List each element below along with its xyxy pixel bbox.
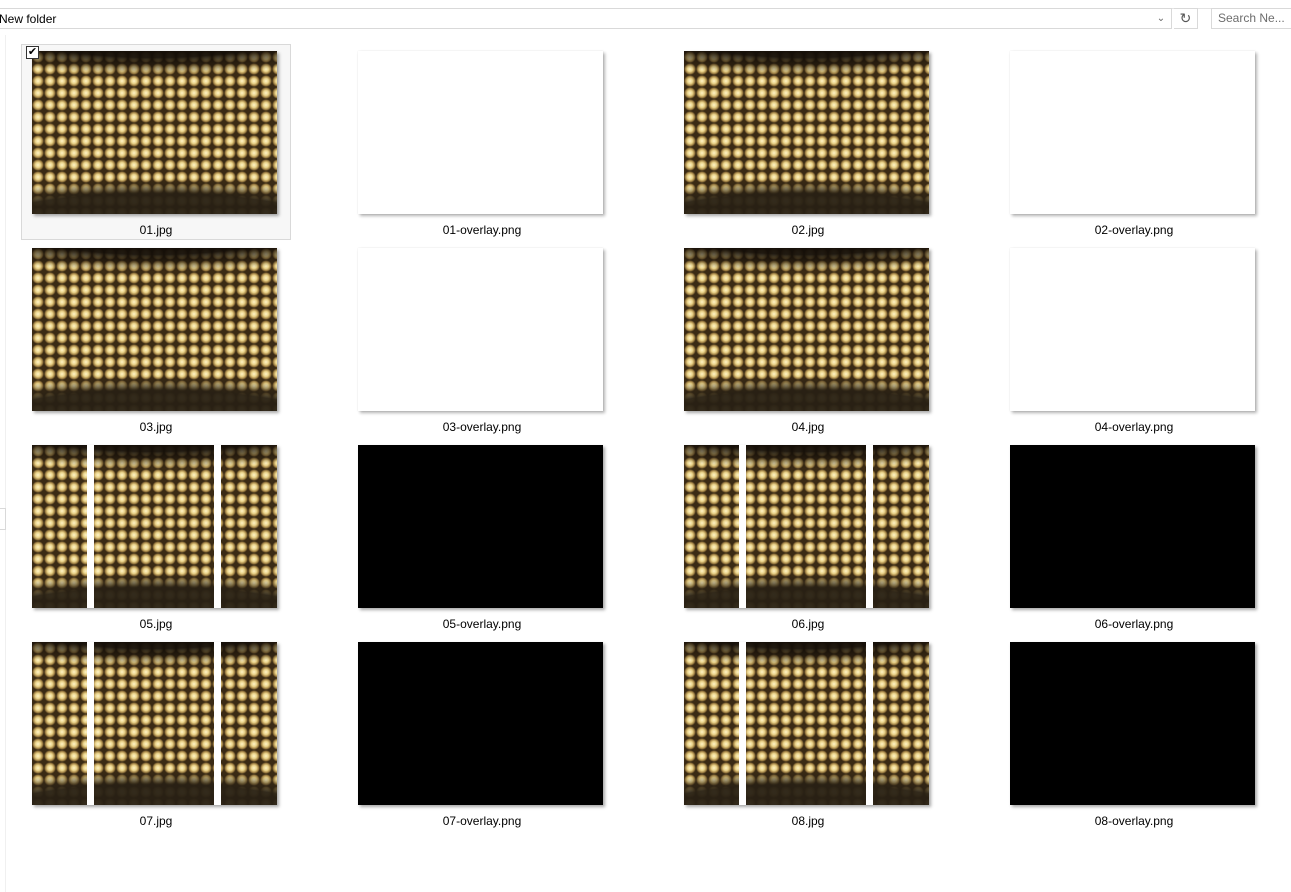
- search-input[interactable]: Search Ne...: [1211, 8, 1291, 29]
- file-name: 02-overlay.png: [1094, 223, 1174, 237]
- file-thumbnail: [358, 248, 603, 411]
- file-thumbnail: [1010, 445, 1255, 608]
- file-name: 04.jpg: [791, 420, 825, 434]
- file-thumbnail: [684, 642, 929, 805]
- file-name: 03-overlay.png: [442, 420, 522, 434]
- navigation-pane-edge: [5, 35, 6, 892]
- file-name: 02.jpg: [791, 223, 825, 237]
- file-name: 01.jpg: [139, 223, 173, 237]
- file-name: 05.jpg: [139, 617, 173, 631]
- pane-resize-handle[interactable]: [0, 508, 6, 530]
- file-item[interactable]: 06-overlay.png: [999, 438, 1269, 634]
- file-item[interactable]: 05.jpg: [21, 438, 291, 634]
- window-top-edge: [0, 0, 1291, 1]
- file-thumbnail: [358, 642, 603, 805]
- file-thumbnail: [1010, 51, 1255, 214]
- file-item[interactable]: 01-overlay.png: [347, 44, 617, 240]
- file-item[interactable]: 05-overlay.png: [347, 438, 617, 634]
- file-thumbnail: [684, 445, 929, 608]
- file-thumbnail: [684, 248, 929, 411]
- file-thumbnail: [1010, 642, 1255, 805]
- file-item[interactable]: 03.jpg: [21, 241, 291, 437]
- file-name: 06-overlay.png: [1094, 617, 1174, 631]
- selection-checkbox[interactable]: ✔: [26, 46, 39, 59]
- refresh-icon: ↻: [1179, 10, 1192, 26]
- file-name: 03.jpg: [139, 420, 173, 434]
- file-name: 08.jpg: [791, 814, 825, 828]
- file-thumbnail: [684, 51, 929, 214]
- file-thumbnail: [32, 51, 277, 214]
- file-item[interactable]: 03-overlay.png: [347, 241, 617, 437]
- file-item[interactable]: 08-overlay.png: [999, 635, 1269, 831]
- file-name: 05-overlay.png: [442, 617, 522, 631]
- file-thumbnail: [32, 248, 277, 411]
- file-name: 07.jpg: [139, 814, 173, 828]
- search-placeholder: Search Ne...: [1218, 11, 1285, 25]
- file-name: 06.jpg: [791, 617, 825, 631]
- file-thumbnail: [1010, 248, 1255, 411]
- file-name: 08-overlay.png: [1094, 814, 1174, 828]
- file-item[interactable]: 07.jpg: [21, 635, 291, 831]
- chevron-down-icon[interactable]: ⌄: [1151, 9, 1171, 28]
- file-item[interactable]: 08.jpg: [673, 635, 943, 831]
- file-item[interactable]: 02.jpg: [673, 44, 943, 240]
- file-thumbnail: [32, 445, 277, 608]
- address-bar[interactable]: New folder ⌄: [0, 8, 1172, 29]
- file-name: 01-overlay.png: [442, 223, 522, 237]
- file-name: 07-overlay.png: [442, 814, 522, 828]
- address-path: New folder: [0, 12, 57, 26]
- file-thumbnail: [358, 445, 603, 608]
- file-thumbnail: [32, 642, 277, 805]
- file-item[interactable]: 02-overlay.png: [999, 44, 1269, 240]
- file-item[interactable]: 06.jpg: [673, 438, 943, 634]
- file-name: 04-overlay.png: [1094, 420, 1174, 434]
- file-item[interactable]: 04.jpg: [673, 241, 943, 437]
- file-item[interactable]: ✔ 01.jpg: [21, 44, 291, 240]
- file-item[interactable]: 04-overlay.png: [999, 241, 1269, 437]
- file-thumbnail: [358, 51, 603, 214]
- refresh-button[interactable]: ↻: [1174, 8, 1198, 29]
- file-item[interactable]: 07-overlay.png: [347, 635, 617, 831]
